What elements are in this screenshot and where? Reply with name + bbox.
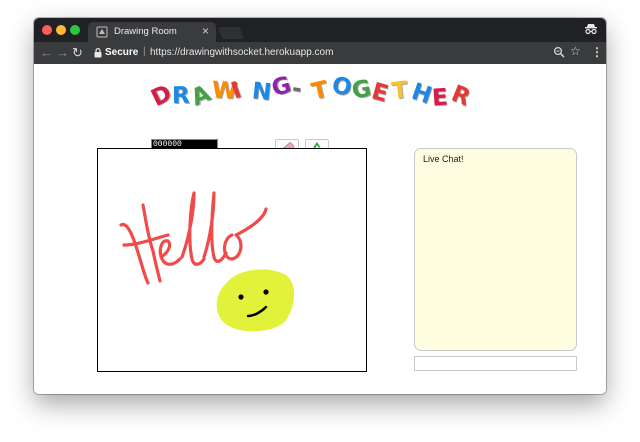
live-chat-panel: Live Chat!: [414, 148, 577, 351]
page-logo: DRAWING-TOGETHER: [147, 69, 492, 112]
address-bar-url[interactable]: https://drawingwithsocket.herokuapp.com: [150, 47, 333, 58]
chat-message-input[interactable]: [414, 356, 577, 371]
logo-letter: E: [431, 84, 449, 112]
forward-icon[interactable]: →: [56, 45, 69, 61]
tab-favicon-icon: [96, 26, 108, 38]
logo-letter: E: [368, 78, 391, 108]
browser-toolbar: ← → ↻ Secure | https://drawingwithsocket…: [34, 42, 606, 64]
window-close-button[interactable]: [42, 25, 52, 35]
lock-icon: [94, 48, 102, 58]
browser-titlebar: Drawing Room ×: [34, 18, 606, 42]
browser-tab[interactable]: Drawing Room ×: [88, 22, 216, 42]
page-content: DRAWING-TOGETHER 000000 Live Chat!: [34, 64, 606, 394]
new-tab-button[interactable]: [217, 27, 245, 39]
logo-letter: T: [309, 76, 331, 106]
smiley-drawing: [216, 269, 294, 332]
hello-drawing: [119, 191, 268, 285]
logo-letter: T: [390, 76, 410, 105]
window-maximize-button[interactable]: [70, 25, 80, 35]
browser-window: Drawing Room × ← → ↻ Secure | https://dr…: [34, 18, 606, 394]
tab-title: Drawing Room: [114, 26, 177, 37]
reload-icon[interactable]: ↻: [72, 45, 83, 61]
address-separator: |: [143, 46, 146, 57]
browser-menu-icon[interactable]: ⋮: [591, 44, 603, 60]
incognito-icon: [585, 24, 597, 35]
logo-letter: A: [187, 80, 215, 112]
drawing-canvas[interactable]: [97, 148, 367, 372]
logo-letter: R: [447, 80, 474, 112]
back-icon[interactable]: ←: [40, 45, 53, 61]
logo-letter: -: [289, 75, 304, 103]
address-secure-label: Secure: [105, 47, 139, 58]
zoom-icon[interactable]: [553, 46, 565, 58]
chat-title: Live Chat!: [423, 154, 464, 164]
bookmark-star-icon[interactable]: ☆: [570, 44, 581, 58]
drawing-strokes: [119, 191, 294, 332]
window-minimize-button[interactable]: [56, 25, 66, 35]
tab-close-icon[interactable]: ×: [202, 24, 209, 38]
